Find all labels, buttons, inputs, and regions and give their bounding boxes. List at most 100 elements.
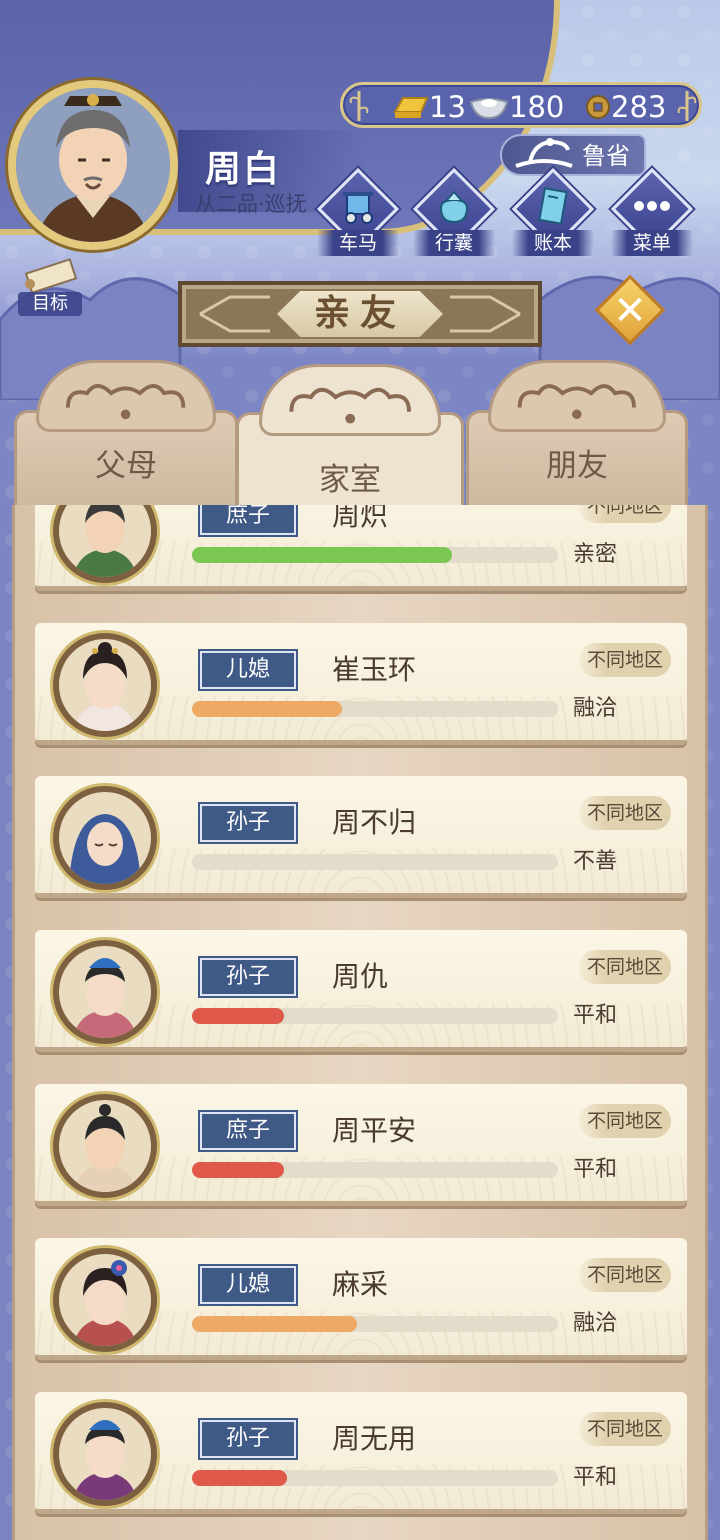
member-portrait [53, 1094, 157, 1198]
favor-bar-fill [192, 1316, 357, 1332]
player-rank: 从二品·巡抚 [195, 192, 307, 216]
favor-bar-fill [192, 1162, 284, 1178]
attitude-label: 融洽 [573, 1311, 618, 1336]
favor-bar-fill [192, 1470, 288, 1486]
currency-bar: 13 180 283 [340, 82, 702, 128]
member-portrait [53, 1402, 157, 1506]
favor-bar [192, 1316, 558, 1332]
attitude-label: 平和 [573, 1465, 618, 1490]
list-item[interactable]: 儿媳 崔玉环 不同地区 融洽 [35, 623, 687, 745]
close-icon[interactable]: ✕ [598, 282, 662, 340]
favor-bar [192, 1008, 558, 1024]
tab-label-household: 家室 [319, 462, 381, 498]
attitude-label: 平和 [573, 1003, 618, 1028]
member-portrait [53, 786, 157, 890]
favor-bar [192, 1162, 558, 1178]
nav-carriage-button[interactable]: 车马 [316, 167, 400, 258]
relation-tag: 孙子 [200, 958, 296, 996]
tab-label-parents: 父母 [95, 448, 157, 484]
area-badge: 不同地区 [579, 505, 671, 523]
page-title: 亲友 [313, 293, 406, 334]
gold-count: 13 [429, 90, 466, 124]
list-item[interactable]: 庶子 周炽 不同地区 亲密 [35, 505, 687, 591]
member-portrait [53, 940, 157, 1044]
title-board: 亲友 [178, 281, 542, 347]
bamboo-icon [677, 91, 697, 121]
tab-cloud-cap [36, 360, 216, 432]
baby-portrait-icon [69, 814, 141, 884]
player-avatar[interactable] [8, 80, 178, 250]
lady-portrait-icon [73, 642, 137, 731]
list-item[interactable]: 孙子 周无用 不同地区 平和 [35, 1392, 687, 1514]
relation-tag: 儿媳 [200, 651, 296, 689]
area-badge: 不同地区 [579, 643, 671, 677]
young-man-portrait-icon [73, 505, 137, 577]
lady-portrait-icon [73, 1260, 137, 1346]
cloud-swirl-icon [289, 387, 411, 424]
menu-dots-icon [634, 201, 670, 211]
tab-cloud-cap [488, 360, 666, 432]
tab-label-friends: 朋友 [546, 448, 608, 484]
member-name: 崔玉环 [332, 653, 417, 686]
member-name: 周无用 [332, 1422, 417, 1455]
relation-tag: 儿媳 [200, 1266, 296, 1304]
list-item[interactable]: 孙子 周不归 不同地区 不善 [35, 776, 687, 898]
cloud-swirl-icon [66, 384, 186, 420]
relation-tag: 庶子 [200, 505, 296, 535]
member-portrait [53, 633, 157, 737]
area-badge: 不同地区 [579, 1258, 671, 1292]
silver-ingot-icon [469, 98, 509, 120]
silver-currency: 180 [469, 90, 564, 124]
scroll-icon [24, 258, 78, 294]
tab-cloud-cap [258, 364, 442, 436]
goal-button[interactable]: 目标 [12, 256, 88, 318]
favor-bar [192, 547, 558, 563]
gold-ingot-icon [393, 97, 429, 118]
member-portrait [53, 1248, 157, 1352]
region-button[interactable]: 鲁省 [500, 134, 646, 176]
area-badge: 不同地区 [579, 796, 671, 830]
attitude-label: 不善 [573, 849, 618, 874]
favor-bar-fill [192, 1008, 284, 1024]
area-badge: 不同地区 [579, 950, 671, 984]
relation-tag: 孙子 [200, 1420, 296, 1458]
nav-ledger-button[interactable]: 账本 [511, 167, 595, 258]
tab-friends[interactable]: 朋友 [466, 360, 688, 510]
tea-bowl-icon [515, 138, 573, 168]
favor-bar-fill [192, 547, 452, 563]
silver-count: 180 [509, 90, 565, 124]
list-item[interactable]: 孙子 周仇 不同地区 平和 [35, 930, 687, 1052]
member-list[interactable]: 庶子 周炽 不同地区 亲密 儿媳 崔玉环 不同地区 融洽 孙子 周不归 不同地区… [12, 505, 708, 1540]
favor-bar [192, 1470, 558, 1486]
relation-tag: 庶子 [200, 1112, 296, 1150]
attitude-label: 平和 [573, 1157, 618, 1182]
gold-currency: 13 [391, 90, 466, 124]
member-name: 周仇 [332, 960, 389, 993]
list-item[interactable]: 儿媳 麻采 不同地区 融洽 [35, 1238, 687, 1360]
official-portrait-icon [16, 88, 170, 242]
member-name: 周不归 [332, 806, 417, 839]
nav-menu-button[interactable]: 菜单 [610, 167, 694, 258]
favor-bar [192, 701, 558, 717]
attitude-label: 融洽 [573, 696, 618, 721]
favor-bar [192, 854, 558, 870]
tab-parents[interactable]: 父母 [14, 360, 238, 510]
player-name: 周白 [205, 149, 282, 190]
nav-label-bundle: 行囊 [413, 230, 495, 256]
carriage-icon [343, 192, 373, 224]
young-man-portrait-icon [73, 1104, 137, 1192]
area-badge: 不同地区 [579, 1104, 671, 1138]
bamboo-icon [349, 91, 369, 121]
copper-coin-icon [586, 95, 610, 119]
nav-label-ledger: 账本 [512, 230, 594, 256]
region-label: 鲁省 [582, 142, 630, 170]
nav-bundle-button[interactable]: 行囊 [412, 167, 496, 258]
tab-household[interactable]: 家室 [236, 364, 464, 520]
boy-portrait-icon [73, 958, 137, 1038]
coin-currency: 283 [585, 90, 666, 124]
goal-label: 目标 [18, 292, 82, 316]
area-badge: 不同地区 [579, 1412, 671, 1446]
list-item[interactable]: 庶子 周平安 不同地区 平和 [35, 1084, 687, 1206]
cloud-swirl-icon [517, 384, 637, 419]
favor-bar-fill [192, 701, 343, 717]
